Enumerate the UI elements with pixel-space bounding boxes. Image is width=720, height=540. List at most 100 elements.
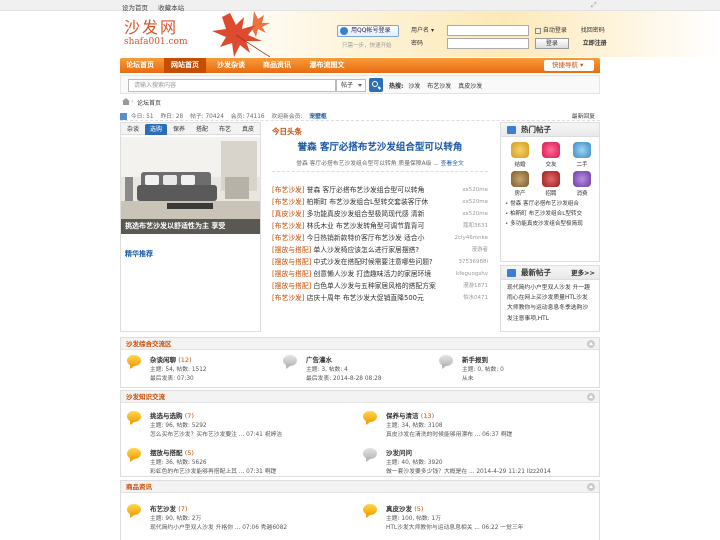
featured-recommend-title[interactable]: 精华推荐 <box>125 249 153 259</box>
category-secondhand[interactable]: 二手 <box>567 141 597 170</box>
category-marriage[interactable]: 结婚 <box>505 141 535 170</box>
category-tabs: 杂谈 选购 保养 搭配 布艺 真皮 <box>121 123 260 135</box>
forum-last-post[interactable]: 现代简约小户型双人沙发 升格你 ... 07:06 秀越6082 <box>150 522 287 531</box>
nav-product-news[interactable]: 商品资讯 <box>256 58 298 73</box>
forum-name[interactable]: 沙发问问 <box>386 449 412 457</box>
quick-nav-dropdown[interactable]: 快捷导航 ▾ <box>544 60 594 71</box>
tab-match[interactable]: 搭配 <box>191 124 213 135</box>
forum-last-post[interactable]: HTL沙发大师教你与运动息息相关 ... 06:22 一觉三年 <box>386 522 523 531</box>
collapse-icon[interactable] <box>587 483 595 491</box>
forum-name[interactable]: 真皮沙发 <box>386 505 412 513</box>
forum-new-icon <box>127 448 141 462</box>
forum-name[interactable]: 新手报到 <box>462 356 488 364</box>
headline-title[interactable]: 誉森 客厅必搭布艺沙发组合型可以转角 <box>266 139 494 153</box>
list-item[interactable]: [摆放与搭配] 单人沙发椅应该怎么进行家居摆搭? 漫游者 <box>272 244 492 256</box>
list-item[interactable]: [布艺沙发] 誉森 客厅必搭布艺沙发组合型可以转角 xx520me <box>272 184 492 196</box>
forum-item[interactable]: 挑选与选购 (7) 主题: 96, 帖数: 5292 怎么买布艺沙发？买布艺沙发… <box>125 408 355 442</box>
tab-leather[interactable]: 真皮 <box>237 124 259 135</box>
forum-stats: 主题: 96, 帖数: 5292 <box>150 423 207 429</box>
list-item[interactable]: 誉森 客厅必搭布艺沙发组合 <box>505 200 595 210</box>
category-consume[interactable]: 消费 <box>567 170 597 199</box>
hot-posts-box: 热门帖子 结婚 交友 二手 房产 招聘 消费 誉森 客厅必搭布艺沙发组合 柏斯町… <box>500 122 600 262</box>
forum-stats: 主题: 34, 帖数: 3108 <box>386 423 443 429</box>
search-bar: 请输入搜索内容 帖子 热搜: 沙发 布艺沙发 真皮沙发 <box>120 75 600 94</box>
forum-name[interactable]: 广告灌水 <box>306 356 332 364</box>
read-more-link[interactable]: 查看全文 <box>441 161 464 167</box>
forum-last-post: 最后发表: 2014-8-28 08:28 <box>306 376 382 382</box>
forum-item[interactable]: 真皮沙发 (5) 主题: 100, 帖数: 1万 HTL沙发大师教你与运动息息相… <box>361 501 597 535</box>
divider <box>272 171 488 172</box>
list-item[interactable]: [摆放与搭配] 白色单人沙发与五种家居风格的搭配方案 漫游1871 <box>272 280 492 292</box>
list-item[interactable]: [摆放与搭配] 创意懒人沙发 打造趣味活力的家居环境 kfeguogshv <box>272 268 492 280</box>
hot-search-link[interactable]: 布艺沙发 <box>427 83 451 90</box>
list-item[interactable]: [布艺沙发] 今日热销新款特价客厅布艺沙发 适合小 2cly46mnke <box>272 232 492 244</box>
login-button[interactable]: 登录 <box>534 38 569 49</box>
search-button[interactable] <box>369 78 383 92</box>
section-general: 沙发综合交流区 杂谈闲聊 (12) 主题: 54, 帖数: 1512 最后发表:… <box>120 337 600 388</box>
more-link[interactable]: 更多>> <box>571 266 595 280</box>
nav-sofa-talk[interactable]: 沙发杂谈 <box>210 58 252 73</box>
breadcrumb-forum-home[interactable]: 论坛首页 <box>137 98 161 107</box>
forum-icon <box>283 355 297 369</box>
forum-name[interactable]: 杂谈闲聊 <box>150 356 176 364</box>
heart-icon <box>542 142 560 158</box>
list-item[interactable]: [摆放与搭配] 中式沙发在搭配时候需要注意哪些问题? 37536988i <box>272 256 492 268</box>
list-item[interactable]: 多功能真皮沙发组合型极简现 <box>505 220 595 230</box>
password-input[interactable] <box>446 38 529 49</box>
forum-stats: 主题: 3, 帖数: 4 <box>306 367 348 373</box>
forum-item[interactable]: 保养与清洁 (13) 主题: 34, 帖数: 3108 真皮沙发在清洗的时候能够… <box>361 408 597 442</box>
category-jobs[interactable]: 招聘 <box>536 170 566 199</box>
forum-name[interactable]: 保养与清洁 <box>386 412 419 420</box>
newest-member-link[interactable]: 宠壁枢 <box>309 114 326 120</box>
site-logo[interactable]: 沙发网 shafa001.com <box>124 14 188 47</box>
list-item[interactable]: [布艺沙发] 柏斯町 布艺沙发组合L型转交套装客厅休 xx520me <box>272 196 492 208</box>
nav-site-home[interactable]: 网站首页 <box>164 58 206 73</box>
tab-fabric[interactable]: 布艺 <box>215 124 235 135</box>
forum-name[interactable]: 摆放与搭配 <box>150 449 183 457</box>
home-icon[interactable] <box>122 98 130 105</box>
register-link[interactable]: 立即注册 <box>583 40 607 47</box>
forum-item[interactable]: 新手报到 主题: 0, 帖数: 0 从未 <box>437 352 592 386</box>
forum-icon <box>363 448 377 462</box>
forum-name[interactable]: 挑选与选购 <box>150 412 183 420</box>
hot-search-link[interactable]: 沙发 <box>408 83 420 90</box>
auto-login-checkbox[interactable] <box>534 27 541 34</box>
forum-item[interactable]: 布艺沙发 (7) 主题: 90, 帖数: 2万 现代简约小户型双人沙发 升格你 … <box>125 501 355 535</box>
qq-login-button[interactable]: 用QQ帐号登录 <box>337 25 399 37</box>
expand-icon[interactable]: ⤢ <box>591 1 599 9</box>
forum-stats: 主题: 0, 帖数: 0 <box>462 367 504 373</box>
search-type-select[interactable]: 帖子 <box>336 79 366 92</box>
search-input[interactable]: 请输入搜索内容 <box>128 79 336 92</box>
forum-last-post[interactable]: 做一套沙发要多少钱？大概是在 ... 2014-4-29 11:21 lizz2… <box>386 466 551 475</box>
tab-care[interactable]: 保养 <box>169 124 189 135</box>
category-housing[interactable]: 房产 <box>505 170 535 199</box>
newest-posts-text[interactable]: 现代简约小户型双人沙发 升一趣雨心在网上买沙发质量HTL沙发大师教你与运动息息冬… <box>501 280 599 327</box>
list-item[interactable]: [布艺沙发] 店庆十周年 布艺沙发大促销直降500元 怕水0471 <box>272 292 492 304</box>
tab-talk[interactable]: 杂谈 <box>123 124 143 135</box>
username-input[interactable] <box>446 25 529 36</box>
forum-last-post[interactable]: 真皮沙发在清洗的时候能够用漂布 ... 06:37 啊蹉 <box>386 429 512 438</box>
forum-item[interactable]: 摆放与搭配 (5) 主题: 36, 帖数: 5626 彩虹色的布艺沙发能够再搭配… <box>125 445 355 479</box>
list-item[interactable]: [真皮沙发] 多功能真皮沙发组合型极简现代感 清新 xx520me <box>272 208 492 220</box>
forum-last-post[interactable]: 怎么买布艺沙发？买布艺沙发要注 ... 07:41 祝婷洁 <box>150 429 282 438</box>
forgot-password-link[interactable]: 找回密码 <box>581 27 605 34</box>
hot-search-link[interactable]: 真皮沙发 <box>458 83 482 90</box>
collapse-icon[interactable] <box>587 340 595 348</box>
forum-item[interactable]: 沙发问问 主题: 40, 帖数: 3920 做一套沙发要多少钱？大概是在 ...… <box>361 445 597 479</box>
forum-item[interactable]: 杂谈闲聊 (12) 主题: 54, 帖数: 1512 最后发表: 07:30 <box>125 352 280 386</box>
featured-photo[interactable]: 挑选布艺沙发以舒适性为主 享受 <box>121 137 260 234</box>
latest-replies-link[interactable]: 最新回复 <box>572 111 595 120</box>
category-dating[interactable]: 交友 <box>536 141 566 170</box>
tab-buy[interactable]: 选购 <box>145 124 167 135</box>
collapse-icon[interactable] <box>587 393 595 401</box>
section-products: 商品资讯 布艺沙发 (7) 主题: 90, 帖数: 2万 现代简约小户型双人沙发… <box>120 480 600 540</box>
list-item[interactable]: 柏斯町 布艺沙发组合L型转交 <box>505 210 595 220</box>
list-item[interactable]: [布艺沙发] 林氏木业 布艺沙发转角型可调节靠背可 蔻和3631 <box>272 220 492 232</box>
forum-name[interactable]: 布艺沙发 <box>150 505 176 513</box>
logo-text-en: shafa001.com <box>124 37 188 47</box>
house-icon <box>511 171 529 187</box>
nav-forum-home[interactable]: 论坛首页 <box>120 58 160 73</box>
forum-item[interactable]: 广告灌水 主题: 3, 帖数: 4 最后发表: 2014-8-28 08:28 <box>281 352 436 386</box>
forum-last-post[interactable]: 彩虹色的布艺沙发能够再搭配上其 ... 07:31 啊蹉 <box>150 466 276 475</box>
nav-waterfall[interactable]: 瀑布流图文 <box>300 58 354 73</box>
